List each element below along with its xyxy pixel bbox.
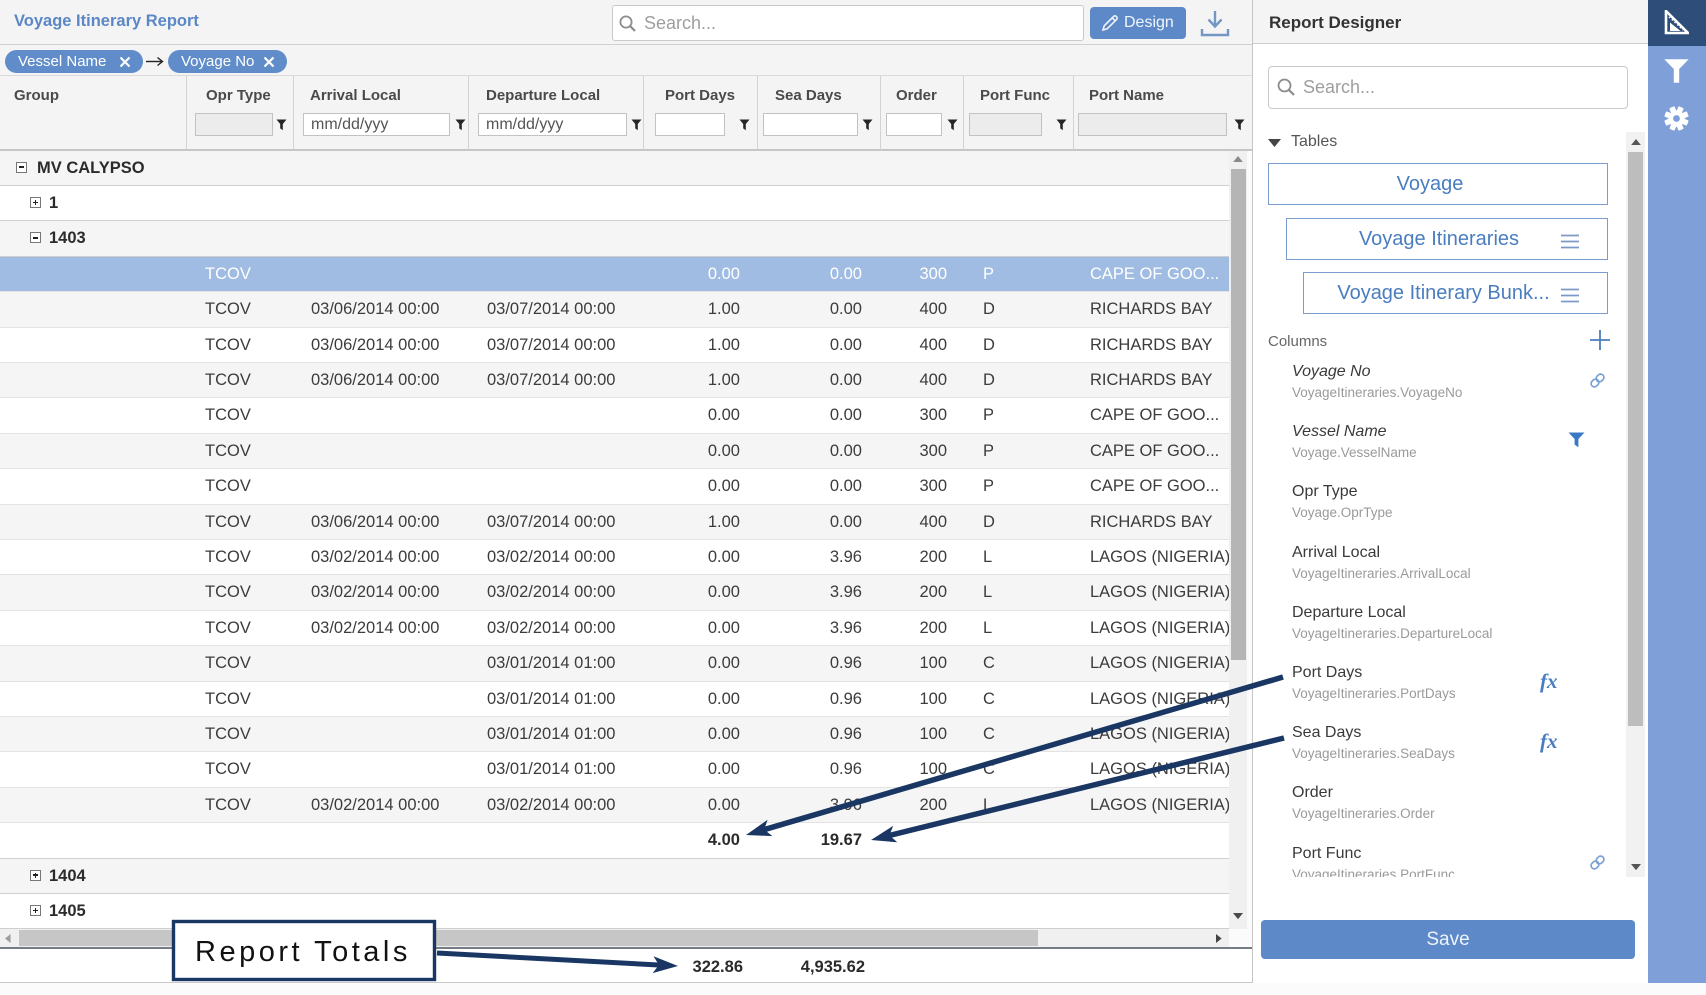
svg-text:Report Totals: Report Totals — [195, 936, 411, 968]
